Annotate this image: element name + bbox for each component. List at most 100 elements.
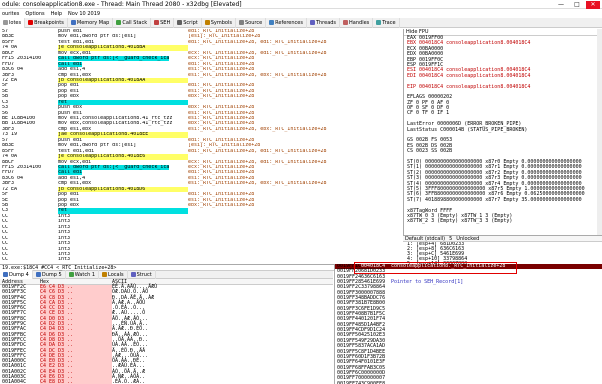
instruction-mnemonic: push esi (58, 110, 83, 116)
registers-fpu-pane[interactable]: Hide FPU EAX 0019FF00 EBX 004018C4 consol… (403, 29, 602, 235)
instruction-mnemonic: int3 (58, 224, 71, 230)
instruction-mnemonic: push edi (58, 137, 83, 143)
tab-icon (68, 272, 74, 277)
tab-handles[interactable]: Handles (340, 17, 374, 28)
tab-memory-map[interactable]: Memory Map (68, 17, 114, 28)
dump-tab-bar: Dump 4 Dump 5 Watch 1 Locals Struct (0, 269, 333, 280)
highlight-box (354, 262, 517, 274)
register-scrollbar[interactable] (597, 29, 602, 235)
tab-icon (35, 272, 41, 277)
instruction-mnemonic: call dword ptr ds:[<__guard_check_ica (58, 56, 170, 62)
tab-script[interactable]: Script (174, 17, 202, 28)
tab-icon (102, 272, 108, 277)
arg-count-spinner[interactable]: 5 (449, 236, 452, 242)
instruction-mnemonic: test edi,edi (58, 148, 95, 154)
instruction-mnemonic: int3 (58, 235, 71, 241)
instruction-mnemonic: mov esi,consoleapplication8.41_rtc_tzz (58, 116, 173, 121)
tab-label: Threads (315, 19, 337, 26)
tab-icon (269, 20, 275, 25)
instruction-mnemonic: call dword ptr ds:[<__guard_check_ica (58, 164, 170, 170)
tab-breakpoints[interactable]: Breakpoints (25, 17, 68, 28)
instruction-mnemonic: jb consoleapplication8.4018AA (58, 77, 146, 83)
tab-label: Struct (136, 271, 152, 278)
cpu-disassembly-pane[interactable]: 57 push edi edi:_RTC_Initialize+28 8B3E mov … (0, 29, 402, 264)
tab-lotes[interactable]: lotes (0, 17, 26, 28)
window-title: odule: consoleapplication8.exe - Thread:… (2, 1, 242, 8)
menu-favourites[interactable]: ourites (2, 11, 19, 17)
instruction-mnemonic: pop edi (58, 83, 80, 89)
instruction-mnemonic: mov ecx,edi (58, 50, 92, 56)
tab-label: Dump 5 (41, 271, 62, 278)
close-icon[interactable]: ✕ (586, 0, 600, 9)
instruction-bytes: CC (2, 257, 9, 263)
tab-icon (177, 20, 183, 25)
instruction-mnemonic: pop ebx (58, 203, 80, 208)
instruction-mnemonic: test edi,edi (58, 39, 95, 45)
tab-threads[interactable]: Threads (307, 17, 341, 28)
instruction-mnemonic: jae consoleapplication8.4018EE (58, 132, 149, 138)
instruction-mnemonic: pop esi (58, 88, 80, 94)
tab-icon (204, 20, 210, 25)
tab-trace[interactable]: Trace (373, 17, 400, 28)
window-title-bar: odule: consoleapplication8.exe - Thread:… (0, 0, 602, 9)
tab-symbols[interactable]: Symbols (202, 17, 236, 28)
menu-help[interactable]: Help (51, 11, 62, 17)
tab-icon (70, 20, 76, 25)
instruction-mnemonic: mov edi,dword ptr ds:[esi] (58, 143, 137, 149)
dump-row[interactable]: 001A004C C4 E8 D3 .. .ÈÄ.Ò..ÆÁ.. (0, 380, 333, 384)
tab-label: Trace (382, 19, 396, 26)
tab-label: References (275, 19, 303, 26)
instruction-mnemonic: cmp esi,ebx (58, 126, 92, 132)
tab-icon (3, 272, 8, 277)
tab-icon (309, 20, 315, 25)
register-line[interactable]: ST(7) 4018898800000000000 x87r7 Empty 35… (404, 197, 602, 203)
instruction-mnemonic: push edi (58, 29, 83, 34)
tab-source[interactable]: Source (236, 17, 267, 28)
tab-label: Breakpoints (34, 19, 64, 26)
tab-icon (116, 20, 122, 25)
instruction-mnemonic: mov ecx,edi (58, 159, 92, 165)
tab-icon (130, 272, 136, 277)
dump-tab-dump-5[interactable]: Dump 5 (33, 269, 66, 280)
instruction-mnemonic: mov edi,dword ptr ds:[esi] (58, 34, 137, 40)
tab-references[interactable]: References (266, 17, 307, 28)
tab-icon (3, 20, 8, 25)
tab-label: Dump 4 (9, 271, 29, 278)
minimize-icon[interactable]: — (554, 1, 568, 9)
dump-hex: C4 E8 D3 .. (40, 380, 112, 384)
dump-tab-dump-4[interactable]: Dump 4 (0, 269, 33, 280)
tab-call-stack[interactable]: Call Stack (113, 17, 152, 28)
instruction-mnemonic: pop ebx (58, 94, 80, 100)
tab-seh[interactable]: SEH (151, 17, 175, 28)
tab-icon (154, 20, 160, 25)
tab-label: Locals (108, 271, 124, 278)
maximize-icon[interactable]: □ (570, 1, 584, 9)
instruction-mnemonic: add esi,4 (58, 67, 86, 73)
instruction-mnemonic: jb consoleapplication8.4018D6 (58, 186, 146, 192)
instruction-mnemonic: ret (58, 99, 68, 105)
unlocked-checkbox[interactable]: Unlocked (456, 236, 479, 242)
dump-address: 001A004C (2, 379, 27, 384)
instruction-mnemonic: cmp esi,ebx (58, 181, 92, 187)
calling-convention-select[interactable]: Default (stdcall) (405, 236, 445, 242)
dump-tab-locals[interactable]: Locals (99, 269, 128, 280)
instruction-mnemonic: call edi (58, 170, 83, 176)
instruction-mnemonic: int3 (58, 213, 71, 219)
stack-pane[interactable]: 0019FF1C 004018C4 consoleapplication8._RTC… (334, 264, 602, 384)
register-line[interactable]: x87TW_2 3 (Empty) x87TW_3 3 (Empty) (404, 218, 602, 224)
tab-label: Watch 1 (74, 271, 96, 278)
tab-icon (343, 20, 349, 25)
dump-pane[interactable]: Address Hex ASCII 0019FF2C E6 C4 D3 .. ÈÊ.… (0, 279, 333, 384)
tab-label: SEH (160, 19, 171, 26)
dump-tab-watch-1[interactable]: Watch 1 (66, 269, 100, 280)
menu-options[interactable]: Options (25, 11, 44, 17)
dump-tab-struct[interactable]: Struct (128, 269, 156, 280)
disasm-row[interactable]: CC int3 (0, 257, 402, 262)
arguments-pane: 1: [esp+4] 681D0233 2: [esp+8] 636C6163 3:… (403, 242, 602, 264)
instruction-mnemonic: pop edi (58, 192, 80, 198)
instruction-mnemonic: call edi (58, 61, 83, 67)
register-list: EAX 0019FF00 EBX 004018C4 consoleapplicat… (404, 35, 602, 225)
instruction-mnemonic: int3 (58, 219, 71, 225)
instruction-text: int3 (58, 257, 188, 262)
instruction-mnemonic: cmp esi,ebx (58, 72, 92, 78)
